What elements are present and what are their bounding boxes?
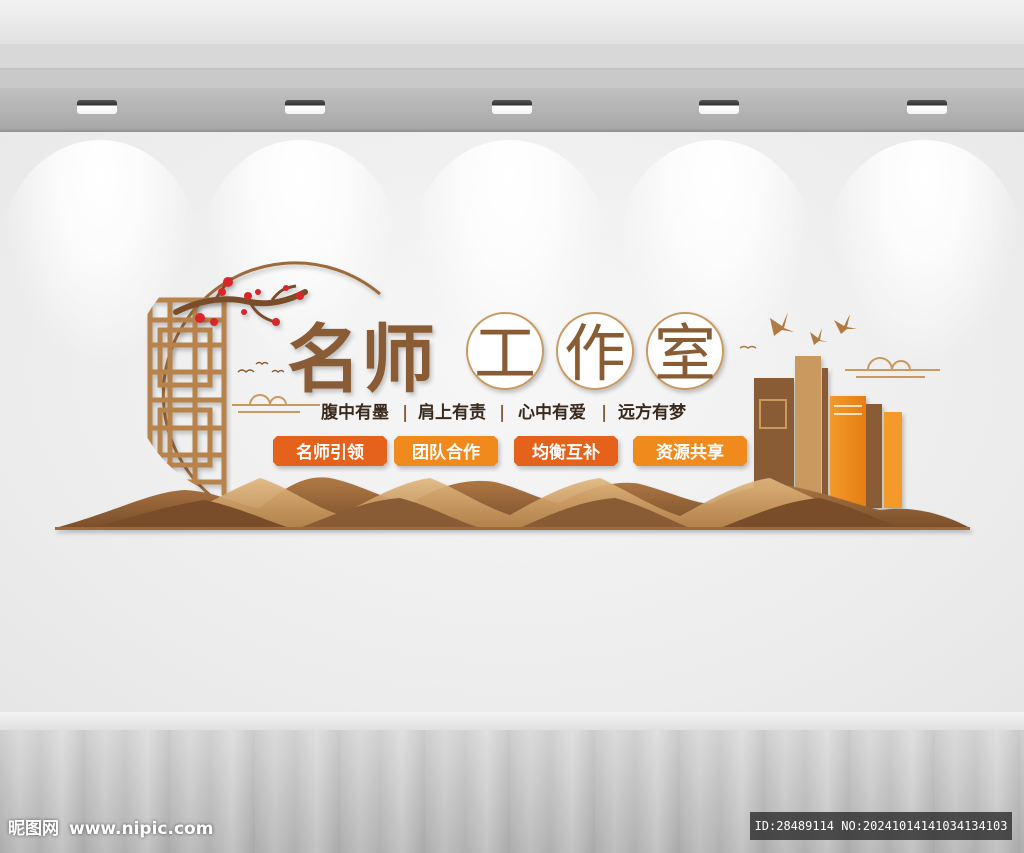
- slogan-item: 远方有梦: [618, 402, 687, 423]
- title-char: 作: [564, 317, 626, 390]
- lattice-window-icon: [147, 297, 227, 500]
- signboard: 名师 工 作 室 腹中有墨 | 肩上有责 | 心中有爱 | 远方有梦 名师引领 …: [55, 261, 970, 530]
- tag-label: 均衡互补: [532, 442, 600, 463]
- tag-badge: 团队合作: [394, 436, 498, 466]
- cloud-icon: [845, 357, 940, 378]
- tag-label: 团队合作: [412, 442, 480, 463]
- slogan-item: 腹中有墨: [321, 402, 389, 423]
- tag-label: 资源共享: [656, 442, 724, 463]
- tag-badge: 均衡互补: [514, 436, 618, 466]
- title-main: 名师: [287, 317, 435, 403]
- watermark-id: ID:28489114 NO:20241014141034134103: [750, 812, 1012, 840]
- tag-badge: 资源共享: [633, 436, 747, 466]
- title-char: 工: [474, 317, 536, 390]
- slogan-separator: |: [499, 403, 505, 423]
- small-birds-icon: [237, 361, 285, 374]
- tag-badge: 名师引领: [273, 436, 387, 466]
- slogan-item: 心中有爱: [518, 402, 586, 423]
- plum-branch-icon: [173, 276, 308, 326]
- slogan-separator: |: [402, 403, 408, 423]
- flying-birds-icon: [739, 312, 857, 349]
- watermark-site-url: www.nipic.com: [69, 819, 214, 839]
- slogan-item: 肩上有责: [418, 402, 486, 423]
- title-circles: 工 作 室: [466, 312, 724, 390]
- tag-label: 名师引领: [296, 442, 364, 463]
- title-char: 室: [654, 317, 716, 390]
- slogan-separator: |: [601, 403, 607, 423]
- watermark-site: 昵图网 www.nipic.com: [8, 814, 213, 839]
- watermark-site-name: 昵图网: [8, 819, 59, 839]
